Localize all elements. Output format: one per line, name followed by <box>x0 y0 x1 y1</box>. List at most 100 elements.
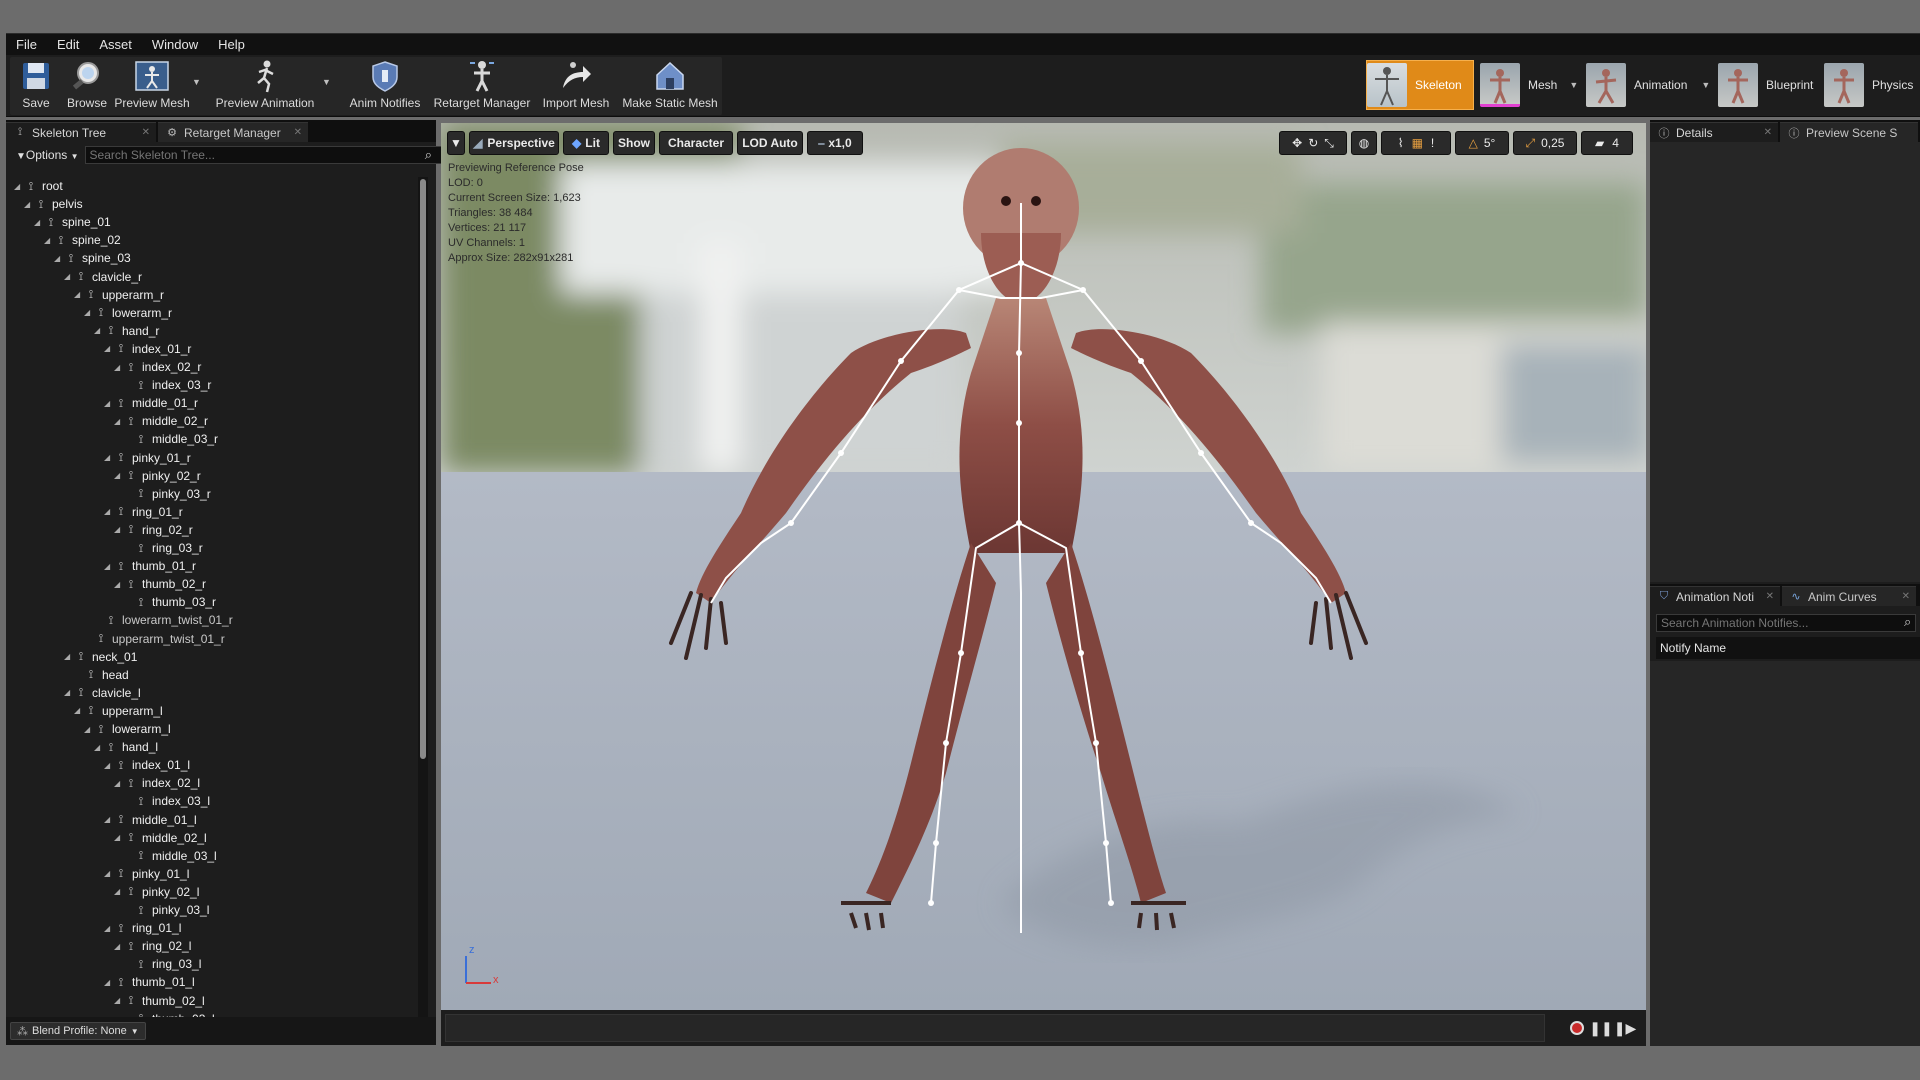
tree-row-index-02-r[interactable]: ◢ ⟟ index_02_r <box>114 358 201 376</box>
tree-row-lowerarm-r[interactable]: ◢ ⟟ lowerarm_r <box>84 304 172 322</box>
expand-arrow-icon[interactable]: ◢ <box>104 344 114 353</box>
tree-row-spine-01[interactable]: ◢ ⟟ spine_01 <box>34 213 111 231</box>
browse-button[interactable]: Browse <box>62 55 112 113</box>
tree-row-index-02-l[interactable]: ◢ ⟟ index_02_l <box>114 774 200 792</box>
timeline-track[interactable] <box>445 1014 1545 1042</box>
expand-arrow-icon[interactable]: ◢ <box>114 833 124 842</box>
mode-blueprint-button[interactable]: Blueprint <box>1718 60 1822 110</box>
pause-button[interactable]: ❚❚ <box>1589 1018 1612 1038</box>
tree-row-index-03-r[interactable]: ⟟ index_03_r <box>124 376 212 394</box>
notify-search-input[interactable] <box>1656 614 1916 632</box>
tree-row-ring-02-l[interactable]: ◢ ⟟ ring_02_l <box>114 937 191 955</box>
viewport-options-dropdown[interactable]: ▼ <box>447 131 465 155</box>
tree-row-pinky-02-r[interactable]: ◢ ⟟ pinky_02_r <box>114 467 201 485</box>
tree-row-ring-01-l[interactable]: ◢ ⟟ ring_01_l <box>104 919 181 937</box>
expand-arrow-icon[interactable]: ◢ <box>84 308 94 317</box>
tree-row-thumb-02-r[interactable]: ◢ ⟟ thumb_02_r <box>114 575 206 593</box>
animation-dropdown-icon[interactable]: ▼ <box>1701 80 1710 90</box>
close-icon[interactable]: ✕ <box>142 127 150 138</box>
perspective-button[interactable]: ◢ Perspective <box>469 131 559 155</box>
tree-row-head[interactable]: ⟟ head <box>74 666 129 684</box>
menu-window[interactable]: Window <box>142 34 208 56</box>
expand-arrow-icon[interactable]: ◢ <box>114 471 124 480</box>
tree-row-clavicle-r[interactable]: ◢ ⟟ clavicle_r <box>64 268 142 286</box>
close-icon[interactable]: ✕ <box>1902 591 1910 602</box>
skeleton-search-input[interactable] <box>84 146 443 164</box>
tree-row-hand-r[interactable]: ◢ ⟟ hand_r <box>94 322 159 340</box>
tree-row-lowerarm-l[interactable]: ◢ ⟟ lowerarm_l <box>84 720 171 738</box>
blend-profile-button[interactable]: ⁂ Blend Profile: None ▼ <box>10 1022 146 1040</box>
tree-row-pelvis[interactable]: ◢ ⟟ pelvis <box>24 195 83 213</box>
expand-arrow-icon[interactable]: ◢ <box>114 887 124 896</box>
surface-snap-icon[interactable]: ⌇ <box>1398 136 1404 150</box>
lod-button[interactable]: LOD Auto <box>737 131 803 155</box>
save-button[interactable]: Save <box>12 55 60 113</box>
tree-row-thumb-03-l[interactable]: ⟟thumb_03_l <box>124 1010 215 1017</box>
expand-arrow-icon[interactable]: ◢ <box>94 326 104 335</box>
show-button[interactable]: Show <box>613 131 655 155</box>
tree-row-upperarm-twist-01-r[interactable]: ⟟ upperarm_twist_01_r <box>84 630 225 648</box>
tree-row-middle-03-l[interactable]: ⟟ middle_03_l <box>124 847 217 865</box>
rotation-snap-group[interactable]: △ 5° <box>1455 131 1509 155</box>
expand-arrow-icon[interactable]: ◢ <box>104 507 114 516</box>
menu-asset[interactable]: Asset <box>89 34 142 56</box>
menu-file[interactable]: File <box>6 34 47 56</box>
tree-row-upperarm-l[interactable]: ◢ ⟟ upperarm_l <box>74 702 163 720</box>
preview-viewport[interactable]: ▼ ◢ Perspective ◆ Lit Show Character LOD A… <box>441 123 1646 1010</box>
expand-arrow-icon[interactable]: ◢ <box>94 743 104 752</box>
character-button[interactable]: Character <box>659 131 733 155</box>
expand-arrow-icon[interactable]: ◢ <box>44 236 54 245</box>
mode-skeleton-button[interactable]: Skeleton <box>1366 60 1474 110</box>
grid-icon[interactable]: ▦ <box>1412 136 1423 150</box>
expand-arrow-icon[interactable]: ◢ <box>104 869 114 878</box>
tree-row-spine-02[interactable]: ◢ ⟟ spine_02 <box>44 231 121 249</box>
expand-arrow-icon[interactable]: ◢ <box>54 254 64 263</box>
tree-row-clavicle-l[interactable]: ◢ ⟟ clavicle_l <box>64 684 141 702</box>
tree-row-ring-01-r[interactable]: ◢ ⟟ ring_01_r <box>104 503 183 521</box>
tree-row-middle-01-r[interactable]: ◢ ⟟ middle_01_r <box>104 394 198 412</box>
scale-snap-group[interactable]: ⤢ 0,25 <box>1513 131 1577 155</box>
expand-arrow-icon[interactable]: ◢ <box>64 688 74 697</box>
expand-arrow-icon[interactable]: ◢ <box>84 725 94 734</box>
menu-edit[interactable]: Edit <box>47 34 89 56</box>
tab-animation-notifies[interactable]: ⛉ Animation Noti ✕ <box>1650 586 1780 606</box>
notify-name-header[interactable]: Notify Name <box>1656 637 1920 659</box>
expand-arrow-icon[interactable]: ◢ <box>104 562 114 571</box>
tree-row-thumb-01-r[interactable]: ◢ ⟟ thumb_01_r <box>104 557 196 575</box>
tree-row-spine-03[interactable]: ◢ ⟟ spine_03 <box>54 249 131 267</box>
tab-anim-curves[interactable]: ∿ Anim Curves ✕ <box>1782 586 1916 606</box>
expand-arrow-icon[interactable]: ◢ <box>104 453 114 462</box>
expand-arrow-icon[interactable]: ◢ <box>104 815 114 824</box>
expand-arrow-icon[interactable]: ◢ <box>114 996 124 1005</box>
tree-row-middle-01-l[interactable]: ◢ ⟟ middle_01_l <box>104 811 197 829</box>
tree-row-thumb-03-r[interactable]: ⟟ thumb_03_r <box>124 593 216 611</box>
search-icon[interactable]: ⌕ <box>1904 614 1911 630</box>
expand-arrow-icon[interactable]: ◢ <box>114 363 124 372</box>
tree-row-index-03-l[interactable]: ⟟ index_03_l <box>124 792 210 810</box>
tree-row-middle-02-l[interactable]: ◢ ⟟ middle_02_l <box>114 829 207 847</box>
tree-row-pinky-01-l[interactable]: ◢ ⟟ pinky_01_l <box>104 865 189 883</box>
tree-row-middle-03-r[interactable]: ⟟ middle_03_r <box>124 430 218 448</box>
make-static-mesh-button[interactable]: Make Static Mesh <box>618 55 722 113</box>
anim-notifies-button[interactable]: Anim Notifies <box>342 55 428 113</box>
preview-animation-dropdown-icon[interactable]: ▼ <box>322 77 331 87</box>
tree-row-pinky-01-r[interactable]: ◢ ⟟ pinky_01_r <box>104 449 191 467</box>
expand-arrow-icon[interactable]: ◢ <box>114 779 124 788</box>
close-icon[interactable]: ✕ <box>1764 127 1772 138</box>
grid-snap-value[interactable]: ! <box>1431 136 1434 150</box>
options-button[interactable]: ▼Options ▼ <box>10 148 85 162</box>
close-icon[interactable]: ✕ <box>294 127 302 138</box>
tree-row-thumb-01-l[interactable]: ◢ ⟟ thumb_01_l <box>104 973 195 991</box>
expand-arrow-icon[interactable]: ◢ <box>114 417 124 426</box>
tree-row-ring-02-r[interactable]: ◢ ⟟ ring_02_r <box>114 521 193 539</box>
retarget-manager-button[interactable]: Retarget Manager <box>430 55 534 113</box>
tree-row-middle-02-r[interactable]: ◢ ⟟ middle_02_r <box>114 412 208 430</box>
tab-retarget-manager[interactable]: ⚙ Retarget Manager ✕ <box>158 122 308 142</box>
world-local-toggle[interactable]: ◍ <box>1351 131 1377 155</box>
mode-animation-button[interactable]: Animation ▼ <box>1586 60 1716 110</box>
expand-arrow-icon[interactable]: ◢ <box>114 580 124 589</box>
tree-row-upperarm-r[interactable]: ◢ ⟟ upperarm_r <box>74 286 164 304</box>
expand-arrow-icon[interactable]: ◢ <box>64 652 74 661</box>
scale-icon[interactable]: ⤡ <box>1324 136 1334 151</box>
tree-row-pinky-03-r[interactable]: ⟟ pinky_03_r <box>124 485 211 503</box>
